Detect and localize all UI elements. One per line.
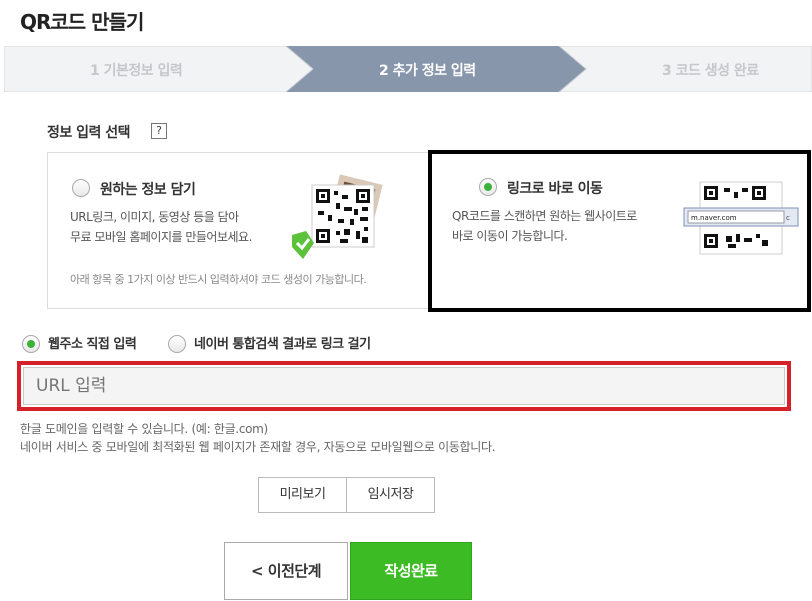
step-3-label: 3 코드 생성 완료: [662, 63, 759, 79]
choice-direct[interactable]: 웹주소 직접 입력: [22, 333, 137, 354]
url-input-highlight: [17, 361, 791, 411]
choice-search-label: 네이버 통합검색 결과로 링크 걸기: [194, 337, 371, 352]
url-input[interactable]: [23, 367, 785, 405]
page-title: QR코드 만들기: [20, 10, 144, 34]
sample-url: m.naver.com: [691, 214, 737, 222]
qr-photo-illustration: [292, 174, 383, 259]
qr-link-illustration: m.naver.com c: [683, 181, 799, 255]
radio-info[interactable]: [72, 179, 90, 197]
option-link-title: 링크로 바로 이동: [507, 181, 603, 197]
choice-direct-label: 웹주소 직접 입력: [48, 337, 137, 352]
help-icon[interactable]: ?: [151, 123, 167, 139]
temp-save-button[interactable]: 임시저장: [346, 478, 434, 512]
section-label: 정보 입력 선택: [47, 125, 131, 141]
hint-mobile: 네이버 서비스 중 모바일에 최적화된 웹 페이지가 존재할 경우, 자동으로 …: [20, 440, 496, 454]
choice-search[interactable]: 네이버 통합검색 결과로 링크 걸기: [168, 333, 371, 354]
svg-text:c: c: [786, 214, 790, 222]
preview-button[interactable]: 미리보기: [259, 478, 346, 512]
radio-link[interactable]: [479, 178, 497, 196]
step-1-label: 1 기본정보 입력: [90, 63, 183, 79]
preview-save-group: 미리보기 임시저장: [258, 477, 435, 513]
option-card-link[interactable]: 링크로 바로 이동 QR코드를 스캔하면 원하는 웹사이트로 바로 이동이 가능…: [428, 150, 811, 312]
step-2-label: 2 추가 정보 입력: [379, 63, 476, 79]
prev-step-button[interactable]: < 이전단계: [224, 542, 348, 600]
option-link-desc-1: QR코드를 스캔하면 원하는 웹사이트로: [452, 209, 637, 223]
complete-button[interactable]: 작성완료: [350, 542, 472, 600]
option-info-title: 원하는 정보 담기: [100, 182, 196, 198]
option-info-desc-1: URL링크, 이미지, 동영상 등을 담아: [70, 210, 239, 224]
option-card-info[interactable]: 원하는 정보 담기 URL링크, 이미지, 동영상 등을 담아 무료 모바일 홈…: [47, 152, 429, 309]
radio-direct[interactable]: [22, 334, 40, 353]
option-info-desc-2: 무료 모바일 홈페이지를 만들어보세요.: [70, 230, 252, 244]
hint-domain: 한글 도메인을 입력할 수 있습니다. (예: 한글.com): [20, 422, 268, 436]
step-indicator: 1 기본정보 입력 2 추가 정보 입력 3 코드 생성 완료: [4, 46, 812, 92]
radio-search[interactable]: [168, 334, 186, 353]
option-info-note: 아래 항목 중 1가지 이상 반드시 입력하셔야 코드 생성이 가능합니다.: [70, 273, 367, 286]
option-link-desc-2: 바로 이동이 가능합니다.: [452, 229, 568, 243]
